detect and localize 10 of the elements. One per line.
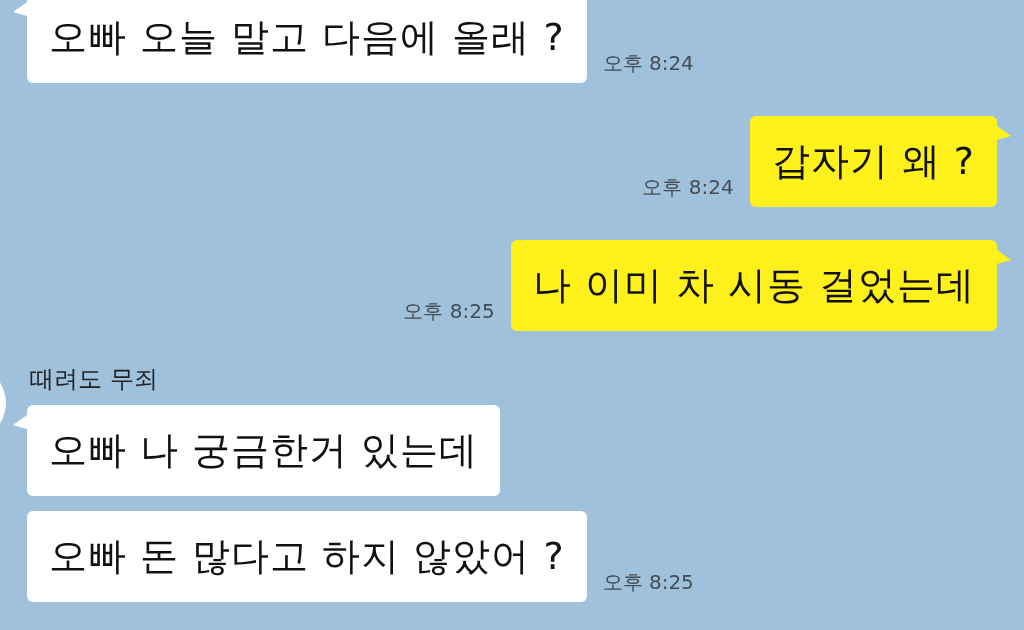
sender-name: 때려도 무죄 — [30, 364, 159, 394]
message-time: 오후 8:24 — [642, 174, 734, 201]
message-time: 오후 8:25 — [602, 569, 694, 596]
message-bubble: 오빠 돈 많다고 하지 않았어 ? — [27, 511, 587, 602]
message-bubble: 오빠 나 궁금한거 있는데 — [27, 405, 501, 496]
message-bubble: 갑자기 왜 ? — [749, 116, 997, 207]
message-time: 오후 8:25 — [403, 298, 495, 325]
message-bubble: 오빠 오늘 말고 다음에 올래 ? — [27, 0, 587, 83]
message-time: 오후 8:24 — [602, 50, 694, 77]
message-bubble: 나 이미 차 시동 걸었는데 — [510, 240, 997, 331]
